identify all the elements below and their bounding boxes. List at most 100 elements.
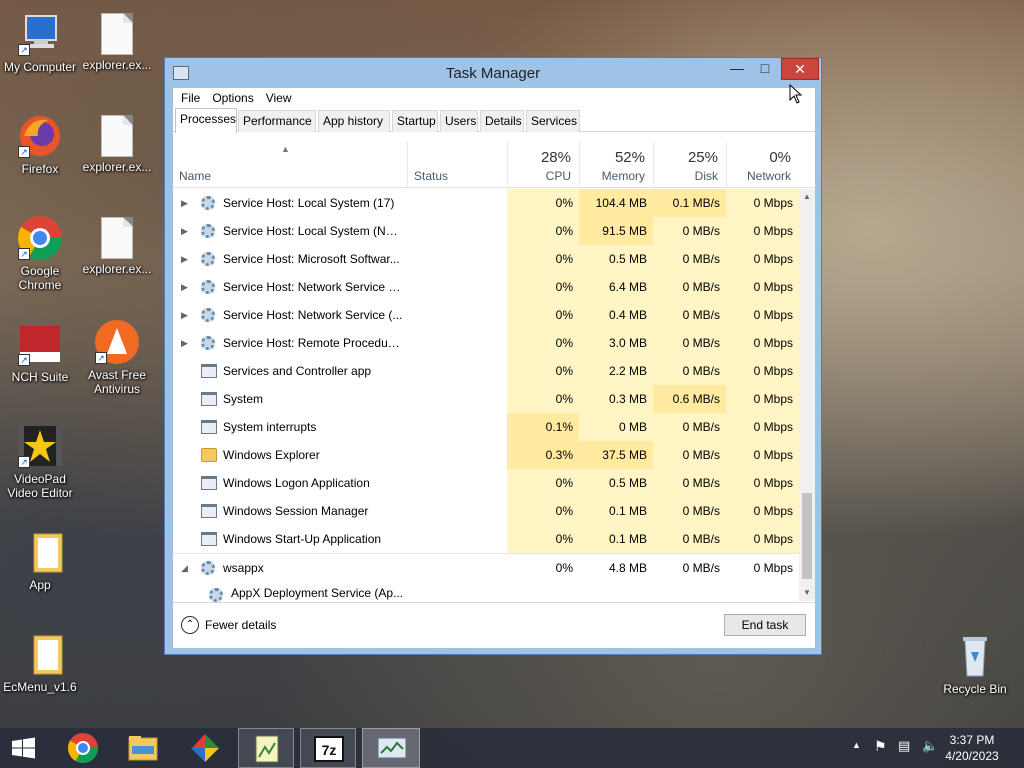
menu-file[interactable]: File [175, 91, 206, 105]
memory-value: 37.5 MB [579, 441, 653, 469]
table-subrow[interactable]: AppX Deployment Service (Ap... [173, 581, 799, 602]
title-bar[interactable]: Task Manager — □ ✕ [165, 58, 821, 88]
column-header-name-label: Name [179, 169, 212, 183]
process-name: Service Host: Network Service (5) [223, 280, 403, 294]
desktop-icon-avast[interactable]: ↗ Avast Free Antivirus [77, 318, 157, 396]
desktop-icon-nch-suite[interactable]: ↗ NCH Suite [0, 320, 80, 384]
chevron-down-icon[interactable]: ◢ [181, 554, 193, 582]
desktop-icon-explorer-2[interactable]: explorer.ex... [77, 112, 157, 174]
disk-value: 0 MB/s [653, 441, 726, 469]
disk-value: 0 MB/s [653, 497, 726, 525]
chevron-right-icon[interactable]: ▶ [181, 217, 193, 245]
folder-icon [201, 448, 217, 462]
table-row[interactable]: Services and Controller app 0% 2.2 MB 0 … [173, 357, 799, 385]
network-icon[interactable]: ▤ [898, 738, 910, 754]
taskbar-app-pinwheel[interactable] [180, 728, 230, 768]
table-row[interactable]: ▶ Service Host: Network Service (5) 0% 6… [173, 273, 799, 301]
fewer-details-button[interactable]: ⌃ Fewer details [181, 616, 276, 634]
tab-users[interactable]: Users [440, 110, 478, 132]
tab-performance[interactable]: Performance [238, 110, 316, 132]
column-header-name[interactable]: ▲ Name [173, 142, 407, 188]
desktop-icon-ecmenu[interactable]: EcMenu_v1.6 [0, 630, 80, 694]
taskbar-7zip[interactable]: 7z [300, 728, 356, 768]
taskbar-notepad-app[interactable] [238, 728, 294, 768]
taskbar-task-manager[interactable] [362, 728, 420, 768]
chevron-right-icon[interactable]: ▶ [181, 329, 193, 357]
tab-processes[interactable]: Processes [175, 108, 237, 133]
svg-text:7z: 7z [322, 742, 337, 758]
disk-value: 0 MB/s [653, 329, 726, 357]
chevron-right-icon[interactable]: ▶ [181, 189, 193, 217]
flag-icon[interactable]: ⚑ [874, 738, 887, 755]
table-row[interactable]: Windows Explorer 0.3% 37.5 MB 0 MB/s 0 M… [173, 441, 799, 469]
chevron-right-icon[interactable]: ▶ [181, 273, 193, 301]
table-row[interactable]: System interrupts 0.1% 0 MB 0 MB/s 0 Mbp… [173, 413, 799, 441]
chevron-right-icon[interactable]: ▶ [181, 245, 193, 273]
menu-options[interactable]: Options [206, 91, 259, 105]
tab-startup[interactable]: Startup [392, 110, 438, 132]
tab-bar: Processes Performance App history Startu… [173, 108, 815, 133]
table-row-group[interactable]: ◢ wsappx 0% 4.8 MB 0 MB/s 0 Mbps [173, 553, 799, 581]
desktop-icon-app[interactable]: App [0, 528, 80, 592]
table-row[interactable]: Windows Logon Application 0% 0.5 MB 0 MB… [173, 469, 799, 497]
memory-value: 0.1 MB [579, 525, 653, 553]
minimize-button[interactable]: — [723, 58, 751, 80]
end-task-button[interactable]: End task [724, 614, 806, 636]
table-row[interactable]: ▶ Service Host: Microsoft Softwar... 0% … [173, 245, 799, 273]
desktop-icon-label: App [29, 578, 51, 592]
column-header-status[interactable]: Status [407, 142, 507, 188]
file-icon [101, 115, 133, 157]
volume-muted-icon[interactable]: 🔈 [922, 738, 938, 754]
network-value: 0 Mbps [726, 301, 799, 329]
desktop-icon-google-chrome[interactable]: ↗ Google Chrome [0, 214, 80, 292]
vertical-scrollbar[interactable]: ▲ ▼ [799, 189, 815, 601]
show-hidden-icons-icon[interactable]: ▲ [852, 740, 861, 750]
tab-details[interactable]: Details [480, 110, 524, 132]
scroll-down-icon[interactable]: ▼ [799, 585, 815, 601]
maximize-button[interactable]: □ [751, 58, 779, 80]
desktop-icon-explorer-1[interactable]: explorer.ex... [77, 10, 157, 72]
cpu-value: 0% [555, 561, 573, 575]
gear-icon [201, 280, 215, 294]
menu-view[interactable]: View [260, 91, 298, 105]
memory-value: 91.5 MB [579, 217, 653, 245]
scroll-up-icon[interactable]: ▲ [799, 189, 815, 205]
table-row[interactable]: Windows Start-Up Application 0% 0.1 MB 0… [173, 525, 799, 553]
disk-value: 0.1 MB/s [653, 189, 726, 217]
desktop-icon-explorer-3[interactable]: explorer.ex... [77, 214, 157, 276]
column-header-network[interactable]: 0% Network [726, 142, 799, 188]
desktop-icon-label: VideoPad Video Editor [7, 472, 73, 500]
start-button[interactable] [0, 728, 48, 768]
taskbar-file-explorer[interactable] [118, 728, 168, 768]
desktop-icon-firefox[interactable]: ↗ Firefox [0, 112, 80, 176]
close-button[interactable]: ✕ [781, 58, 819, 80]
gear-icon [201, 336, 215, 350]
tab-services[interactable]: Services [526, 110, 580, 132]
table-row[interactable]: ▶ Service Host: Network Service (... 0% … [173, 301, 799, 329]
desktop-icon-videopad[interactable]: ↗ VideoPad Video Editor [0, 422, 80, 500]
desktop-icon-recycle-bin[interactable]: Recycle Bin [935, 632, 1015, 696]
tab-app-history[interactable]: App history [318, 110, 390, 132]
table-row[interactable]: System 0% 0.3 MB 0.6 MB/s 0 Mbps [173, 385, 799, 413]
column-header-memory[interactable]: 52% Memory [579, 142, 653, 188]
chevron-right-icon[interactable]: ▶ [181, 301, 193, 329]
sort-ascending-icon: ▲ [281, 144, 290, 154]
cpu-value: 0% [507, 385, 579, 413]
disk-value: 0 MB/s [653, 245, 726, 273]
desktop-icon-label: EcMenu_v1.6 [3, 680, 77, 694]
table-row[interactable]: ▶ Service Host: Local System (17) 0% 104… [173, 189, 799, 217]
column-header-cpu[interactable]: 28% CPU [507, 142, 579, 188]
taskbar-chrome[interactable] [58, 728, 108, 768]
clock[interactable]: 3:37 PM 4/20/2023 [942, 732, 1002, 764]
table-row[interactable]: ▶ Service Host: Local System (Net... 0% … [173, 217, 799, 245]
network-value: 0 Mbps [726, 469, 799, 497]
column-header-disk[interactable]: 25% Disk [653, 142, 726, 188]
scrollbar-thumb[interactable] [802, 493, 812, 579]
column-header-disk-label: Disk [694, 169, 718, 183]
desktop-icon-label: explorer.ex... [82, 262, 152, 276]
table-row[interactable]: ▶ Service Host: Remote Procedure... 0% 3… [173, 329, 799, 357]
desktop-icon-my-computer[interactable]: ↗ My Computer [0, 10, 80, 74]
process-name: Service Host: Network Service (... [223, 308, 403, 322]
memory-value: 0 MB [579, 413, 653, 441]
table-row[interactable]: Windows Session Manager 0% 0.1 MB 0 MB/s… [173, 497, 799, 525]
